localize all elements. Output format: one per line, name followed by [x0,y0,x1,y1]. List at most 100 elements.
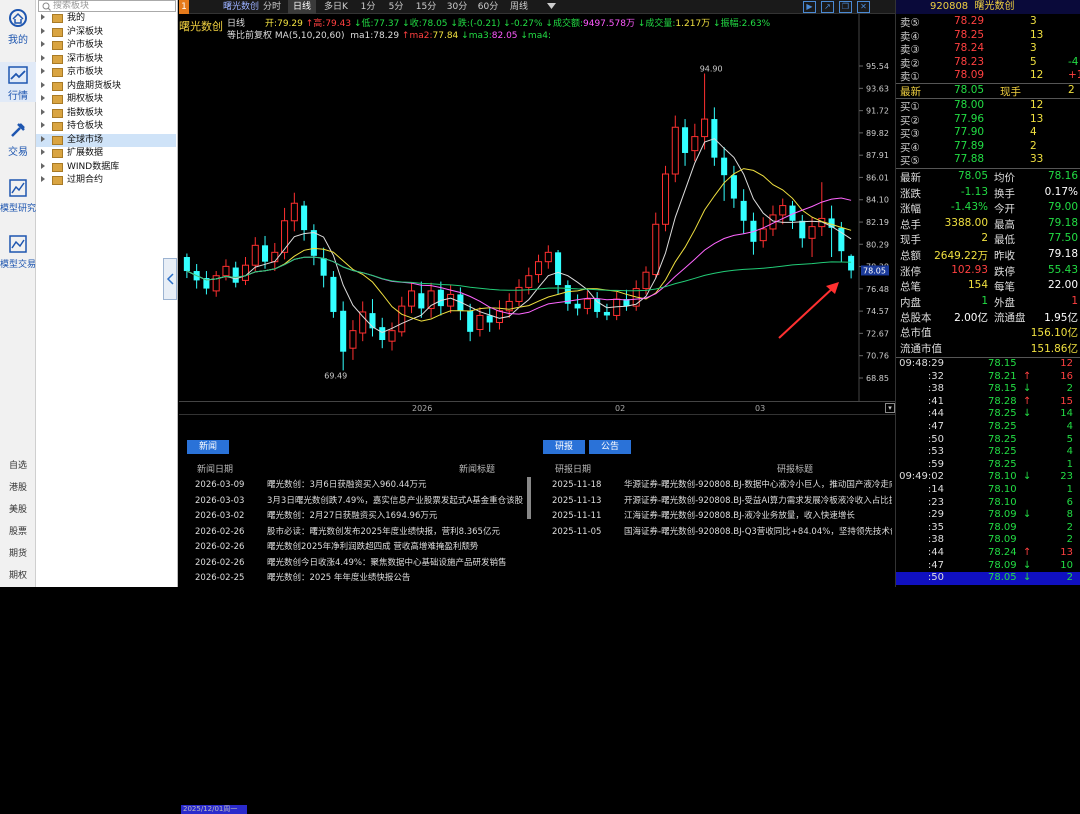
expand-arrow-icon[interactable] [41,68,45,74]
order-book-row[interactable]: 买⑤ 77.88 33 [900,153,1080,167]
news-row[interactable]: 2026-03-02 曙光数创：2月27日获融资买入1694.96万元 [195,509,437,521]
stat-key: 流通盘 [994,312,1026,325]
tree-item[interactable]: 全球市场 [36,133,176,147]
nav-watchlist[interactable]: 自选 [0,458,36,471]
candle-body [848,255,855,271]
stock-code: 920808 [930,1,969,12]
float-cap-value: 151.86亿 [1030,343,1078,355]
tree-item[interactable]: 持仓板块 [36,120,176,134]
tick-row: :47 78.25 4 [896,421,1080,434]
tab-news[interactable]: 新闻 [187,440,229,454]
tree-item[interactable]: 扩展数据 [36,147,176,161]
tick-row: :38 78.15 ↓ 2 [896,383,1080,396]
tick-row: :23 78.10 6 [896,497,1080,510]
nav-futures[interactable]: 期货 [0,546,36,559]
candle-body [495,310,503,323]
expand-arrow-icon[interactable] [41,95,45,101]
order-book-row[interactable]: 买② 77.96 13 [900,113,1080,127]
nav-item-model-research[interactable]: 模型研究 [0,178,36,214]
candle-body [525,275,533,288]
news-scrollbar[interactable] [527,477,531,519]
order-book-row[interactable]: 卖③ 78.24 3 [900,42,1080,56]
order-book-row[interactable]: 卖⑤ 78.29 3 [900,15,1080,29]
news-row[interactable]: 2026-03-03 3月3日曙光数创跌7.49%，嘉实信息产业股票发起式A基金重… [195,494,523,506]
tick-volume: 6 [1066,496,1073,508]
stat-value: 0.17% [1044,185,1078,198]
tick-volume: 1 [1066,484,1073,495]
kline-chart-panel: 1 曙光数创 分时 日线 多日K 1分 5分 15分 30分 60分 周线 ▶ ↗ ❐ ✕ 曙光… [179,0,895,814]
kline-svg[interactable]: 95.54 93.63 91.72 89.82 87.91 86.01 84.10 82.19… [179,0,895,414]
tab-research[interactable]: 研报 [543,440,585,454]
collapse-panel-button[interactable] [163,258,177,300]
tick-volume: 2 [1066,572,1073,584]
candle-body [671,126,679,175]
tree-item[interactable]: 沪市板块 [36,39,176,53]
tree-item[interactable]: 指数板块 [36,107,176,121]
nav-item-market[interactable]: 行情 [0,62,36,102]
tree-item[interactable]: 内盘期货板块 [36,80,176,94]
quote-title: 920808 曙光数创 [896,0,1080,14]
tick-volume: 13 [1060,547,1073,558]
latest-row: 最新 78.05 现手 2 [900,84,1080,98]
expand-arrow-icon[interactable] [41,81,45,88]
tree-item[interactable]: 我的 [36,12,176,26]
stat-key: 涨跌 [900,187,921,200]
candle-body [652,223,660,276]
stat-value: 2.00亿 [954,312,988,325]
tree-item[interactable]: 期权板块 [36,93,176,107]
research-row[interactable]: 2025-11-05 国海证券-曙光数创-920808.BJ-Q3营收同比+84.… [552,525,892,537]
order-book-row[interactable]: 卖① 78.09 12 +1 [900,69,1080,83]
news-row[interactable]: 2026-03-09 曙光数创：3月6日获融资买入960.44万元 [195,478,427,490]
level-price: 78.29 [954,15,985,27]
tree-item[interactable]: 深市板块 [36,53,176,67]
news-row[interactable]: 2026-02-26 曙光数创今日收涨4.49%：聚焦数据中心基础设施产品研发销售 [195,556,507,568]
level-price: 78.00 [954,99,985,111]
tree-item[interactable]: 过期合约 [36,174,176,188]
expand-arrow-icon[interactable] [41,27,45,34]
tick-price: 78.10 [988,471,1017,483]
order-book-row[interactable]: 买④ 77.89 2 [900,140,1080,154]
expand-arrow-icon[interactable] [41,108,45,115]
sector-search-input[interactable]: 搜索板块 [38,0,176,12]
nav-options[interactable]: 期权 [0,568,36,581]
chart-options-dropdown[interactable]: ▾ [885,403,895,413]
nav-hk[interactable]: 港股 [0,480,36,493]
tab-announcements[interactable]: 公告 [589,440,631,454]
nav-us[interactable]: 美股 [0,502,36,515]
tick-time: 09:48:29 [899,358,944,369]
news-row[interactable]: 2026-02-26 股市必读：曙光数创发布2025年度业绩快报，营利8.365亿… [195,525,500,537]
news-row[interactable]: 2026-02-25 曙光数创：2025 年年度业绩快报公告 [195,571,410,583]
tree-item[interactable]: 沪深板块 [36,26,176,40]
tick-price: 78.10 [988,484,1017,495]
expand-arrow-icon[interactable] [41,176,45,182]
nav-item-mine[interactable]: 我的 [0,8,36,46]
tick-price: 78.25 [988,446,1017,458]
news-row[interactable]: 2026-02-26 曙光数创2025年净利润跌超四成 营收高增难掩盈利颓势 [195,540,478,552]
tree-item[interactable]: 京市板块 [36,66,176,80]
expand-arrow-icon[interactable] [41,14,45,20]
order-book-row[interactable]: 卖② 78.23 5 -4 [900,56,1080,70]
tree-item[interactable]: WIND数据库 [36,161,176,175]
nav-item-model-trade[interactable]: 模型交易 [0,234,36,270]
stat-row: 最新 78.05 均价 78.16 [900,170,1080,185]
order-book-row[interactable]: 卖④ 78.25 13 [900,29,1080,43]
expand-arrow-icon[interactable] [41,149,45,155]
order-book-row[interactable]: 买① 78.00 12 [900,99,1080,113]
mktcap-label: 总市值 [900,327,932,339]
expand-arrow-icon[interactable] [41,162,45,169]
expand-arrow-icon[interactable] [41,135,45,142]
y-tick-label: 89.82 [866,129,889,138]
order-book-row[interactable]: 买③ 77.90 4 [900,126,1080,140]
nav-item-trade[interactable]: 交易 [0,120,36,158]
expand-arrow-icon[interactable] [41,54,45,61]
stat-key: 每笔 [994,281,1015,294]
expand-arrow-icon[interactable] [41,122,45,128]
nav-stocks[interactable]: 股票 [0,524,36,537]
news-date: 2026-03-09 [195,480,245,490]
research-row[interactable]: 2025-11-18 华源证券-曙光数创-920808.BJ-数据中心液冷小巨人，… [552,478,892,490]
tree-item-label: 内盘期货板块 [67,80,122,91]
tick-time: :38 [927,383,944,395]
research-row[interactable]: 2025-11-11 江海证券-曙光数创-920808.BJ-液冷业务放量，收入快… [552,509,892,521]
expand-arrow-icon[interactable] [41,41,45,47]
research-row[interactable]: 2025-11-13 开源证券-曙光数创-920808.BJ-受益AI算力需求发展… [552,494,892,506]
